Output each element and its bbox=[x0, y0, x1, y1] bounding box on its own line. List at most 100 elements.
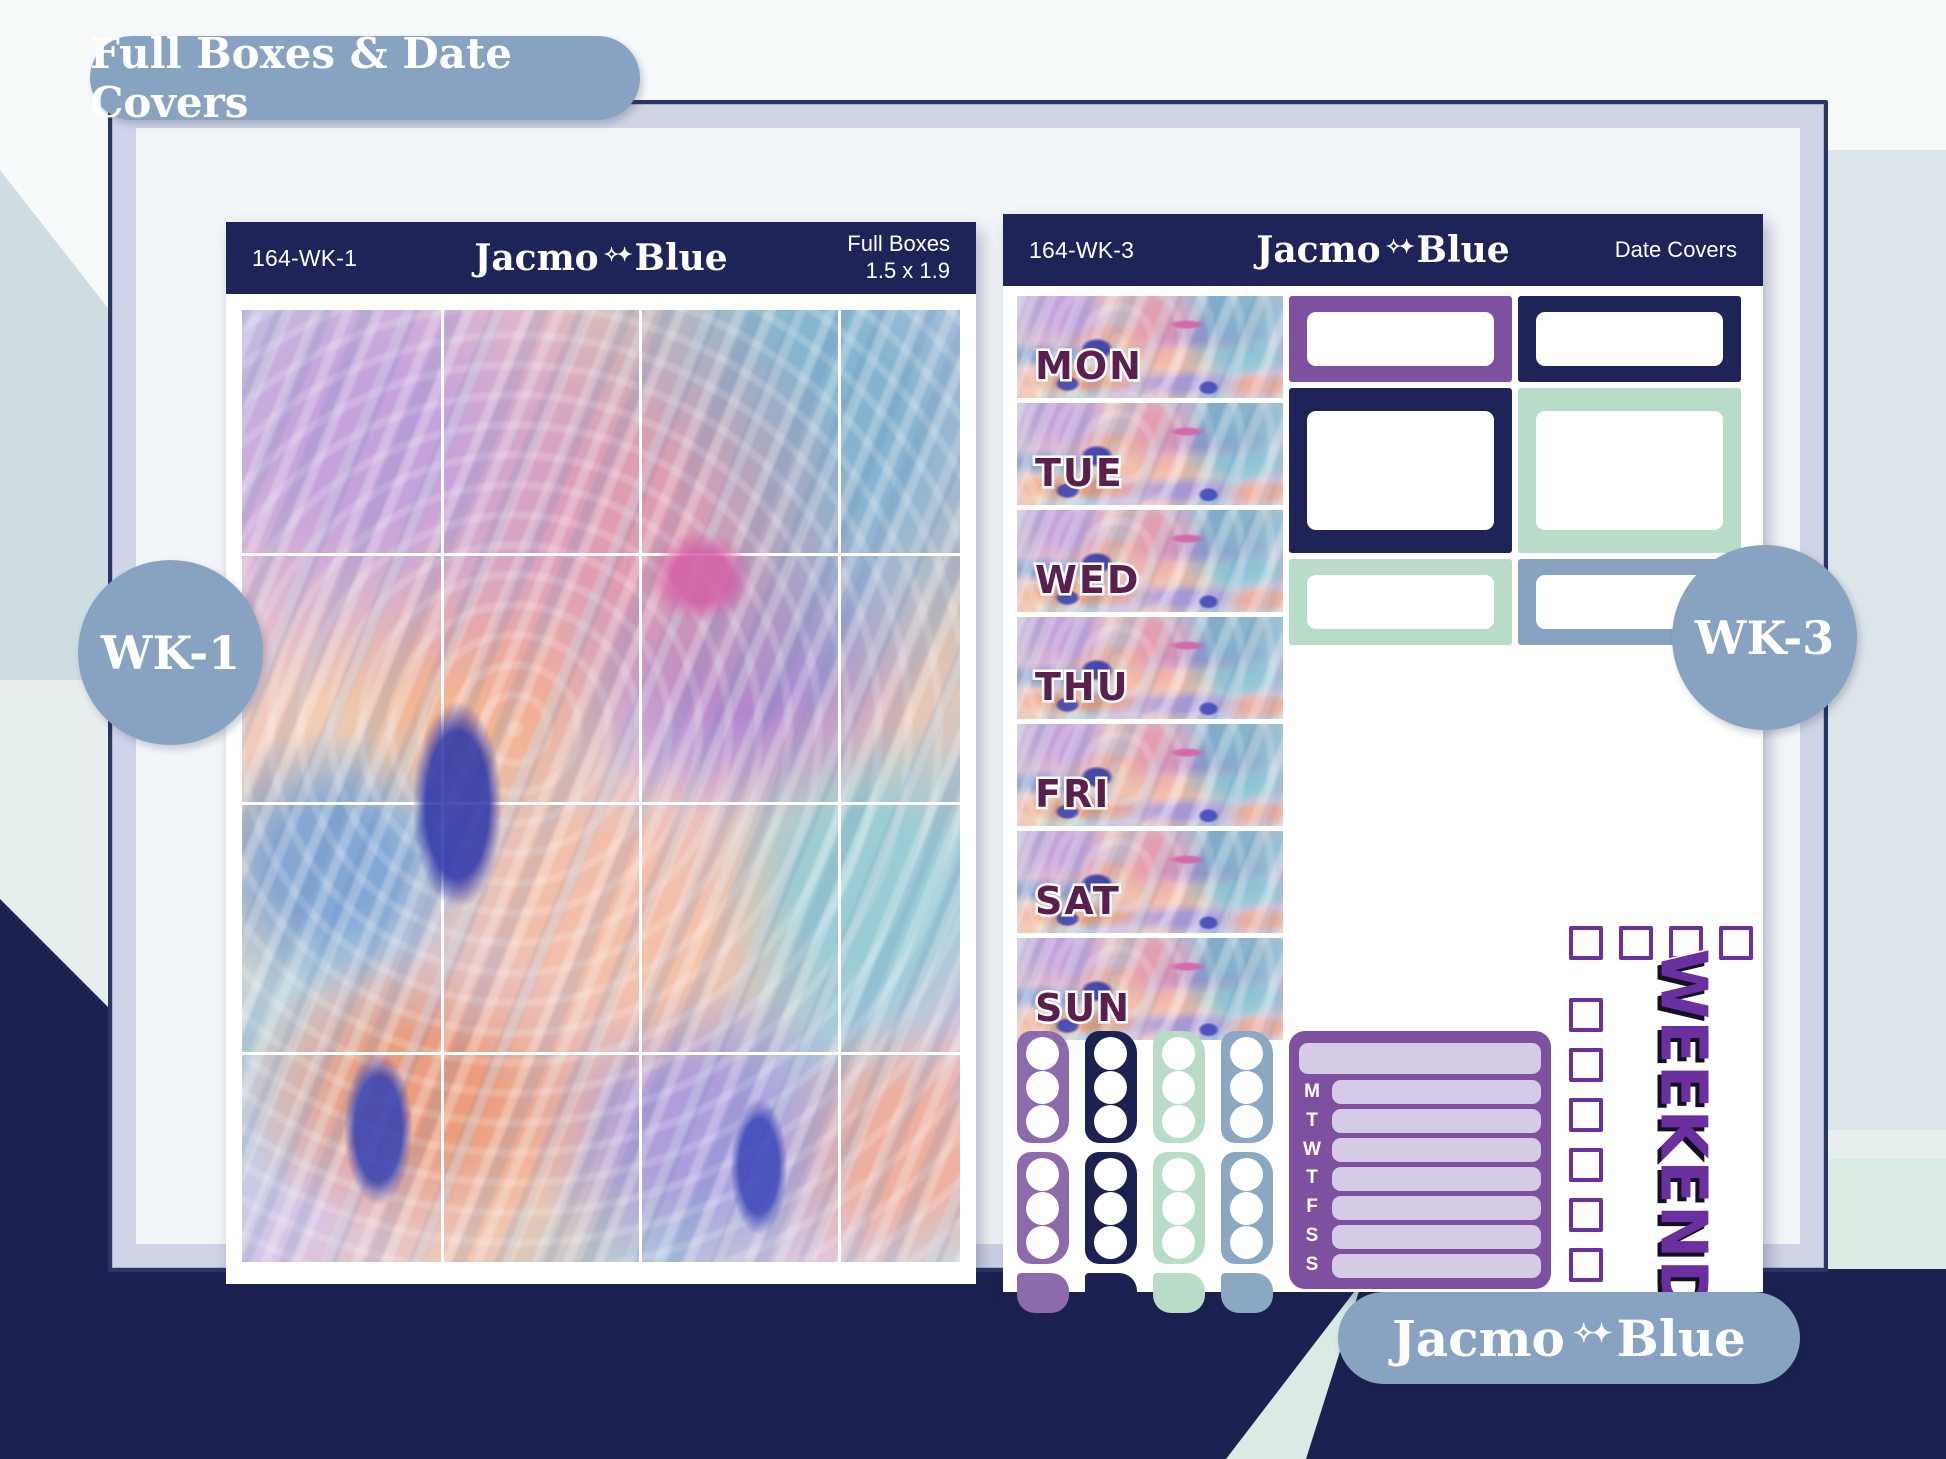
grid-line-vertical bbox=[838, 310, 841, 1262]
tab-sticker[interactable] bbox=[1017, 1273, 1069, 1313]
date-cover-row bbox=[1289, 822, 1741, 908]
brand-logo-wk1: Jacmo ✧✦ Blue bbox=[474, 237, 727, 279]
date-cover-writing-area bbox=[1306, 575, 1495, 629]
sticker-sheet-wk3[interactable]: 164-WK-3 Jacmo ✧✦ Blue Date Covers MON T… bbox=[1003, 214, 1763, 1315]
habit-tracker-body: M T W T F S S bbox=[1299, 1080, 1541, 1278]
flag-sticker[interactable] bbox=[1153, 1152, 1205, 1264]
date-cover-writing-area bbox=[1306, 838, 1495, 892]
day-sticker-label: SUN bbox=[1032, 984, 1132, 1033]
grid-line-vertical bbox=[441, 310, 444, 1262]
checkbox-sticker[interactable] bbox=[1569, 1248, 1603, 1282]
flag-hole bbox=[1230, 1192, 1263, 1225]
habit-tracker-bars bbox=[1332, 1080, 1541, 1278]
day-letter: M bbox=[1304, 1081, 1320, 1102]
sheet-header-wk3: 164-WK-3 Jacmo ✧✦ Blue Date Covers bbox=[1003, 214, 1763, 286]
flag-sticker[interactable] bbox=[1221, 1152, 1273, 1264]
sheet-code-wk3: 164-WK-3 bbox=[1029, 236, 1135, 263]
brand-badge: Jacmo ✧✦ Blue bbox=[1338, 1292, 1800, 1384]
flag-hole bbox=[1094, 1071, 1127, 1104]
date-cover-navy[interactable] bbox=[1289, 388, 1512, 553]
flag-hole bbox=[1094, 1192, 1127, 1225]
checkbox-sticker[interactable] bbox=[1569, 1148, 1603, 1182]
flag-sticker[interactable] bbox=[1085, 1031, 1137, 1143]
date-cover-purple[interactable] bbox=[1289, 296, 1512, 382]
date-cover-grid bbox=[1289, 296, 1741, 914]
weekend-label: WEEKEND bbox=[1645, 947, 1722, 1315]
brand-logo-wk3: Jacmo ✧✦ Blue bbox=[1256, 229, 1509, 271]
day-letter: T bbox=[1306, 1167, 1318, 1189]
checkbox-sticker[interactable] bbox=[1569, 1098, 1603, 1132]
day-sticker[interactable]: WED bbox=[1017, 510, 1283, 612]
day-sticker[interactable]: MON bbox=[1017, 296, 1283, 398]
flag-hole bbox=[1026, 1158, 1059, 1191]
checkbox-sticker[interactable] bbox=[1569, 1198, 1603, 1232]
checkbox-sticker[interactable] bbox=[1569, 926, 1603, 960]
date-cover-writing-area bbox=[1535, 312, 1724, 366]
flag-hole bbox=[1162, 1192, 1195, 1225]
flag-hole bbox=[1094, 1105, 1127, 1138]
flag-sticker[interactable] bbox=[1221, 1031, 1273, 1143]
habit-tracker-day-letters: M T W T F S S bbox=[1299, 1080, 1325, 1278]
day-sticker[interactable]: FRI bbox=[1017, 724, 1283, 826]
flag-hole bbox=[1094, 1037, 1127, 1070]
flag-sticker[interactable] bbox=[1153, 1031, 1205, 1143]
day-sticker[interactable]: SAT bbox=[1017, 831, 1283, 933]
tab-sticker[interactable] bbox=[1085, 1273, 1137, 1313]
week-badge-wk1-label: WK-1 bbox=[100, 625, 241, 680]
date-cover-navy[interactable] bbox=[1518, 296, 1741, 382]
habit-tracker-title-bar bbox=[1299, 1043, 1541, 1074]
tab-sticker[interactable] bbox=[1153, 1273, 1205, 1313]
habit-tracker-bar[interactable] bbox=[1332, 1109, 1541, 1133]
date-cover-row bbox=[1289, 651, 1741, 816]
day-label-sticker-column: MON TUE WED THU FRI SAT SUN bbox=[1017, 296, 1283, 1045]
sparkle-icon: ✧✦ bbox=[603, 244, 633, 266]
checkbox-sticker[interactable] bbox=[1569, 1048, 1603, 1082]
day-sticker-label: TUE bbox=[1033, 449, 1125, 498]
habit-tracker-bar[interactable] bbox=[1332, 1225, 1541, 1249]
flag-hole bbox=[1162, 1071, 1195, 1104]
checkbox-sticker[interactable] bbox=[1719, 926, 1753, 960]
brand-badge-part1: Jacmo bbox=[1392, 1308, 1565, 1368]
tab-sticker[interactable] bbox=[1221, 1273, 1273, 1313]
day-sticker[interactable]: THU bbox=[1017, 617, 1283, 719]
habit-tracker-bar[interactable] bbox=[1332, 1080, 1541, 1104]
flag-column-purple bbox=[1017, 1031, 1069, 1313]
grid-line-horizontal bbox=[242, 1052, 960, 1055]
flag-sticker[interactable] bbox=[1017, 1031, 1069, 1143]
date-cover-plain[interactable] bbox=[1289, 822, 1512, 908]
flag-column-navy bbox=[1085, 1031, 1137, 1313]
flag-column-slate bbox=[1221, 1031, 1273, 1313]
flag-hole bbox=[1230, 1071, 1263, 1104]
flag-hole bbox=[1026, 1192, 1059, 1225]
flag-hole bbox=[1162, 1105, 1195, 1138]
sparkle-icon: ✧✦ bbox=[1385, 236, 1415, 258]
habit-tracker-bar[interactable] bbox=[1332, 1167, 1541, 1191]
habit-tracker-bar[interactable] bbox=[1332, 1196, 1541, 1220]
checkbox-sticker[interactable] bbox=[1569, 998, 1603, 1032]
brand-logo-part2: Blue bbox=[634, 237, 728, 279]
flag-sticker[interactable] bbox=[1017, 1152, 1069, 1264]
sticker-sheet-wk1[interactable]: 164-WK-1 Jacmo ✧✦ Blue Full Boxes 1.5 x … bbox=[226, 222, 976, 1284]
date-cover-mint[interactable] bbox=[1289, 559, 1512, 645]
date-cover-plain[interactable] bbox=[1289, 651, 1512, 816]
brand-logo-part2: Blue bbox=[1416, 229, 1510, 271]
weekend-word-sticker[interactable]: WEEKEND bbox=[1623, 947, 1743, 1315]
flag-hole bbox=[1026, 1105, 1059, 1138]
flag-hole bbox=[1026, 1071, 1059, 1104]
date-cover-plain[interactable] bbox=[1518, 822, 1741, 908]
habit-tracker-bar[interactable] bbox=[1332, 1254, 1541, 1278]
day-sticker[interactable]: SUN bbox=[1017, 938, 1283, 1040]
sheet-type-wk3: Date Covers bbox=[1615, 237, 1737, 264]
date-cover-mint[interactable] bbox=[1518, 388, 1741, 553]
habit-tracker-bar[interactable] bbox=[1332, 1138, 1541, 1162]
day-letter: S bbox=[1305, 1225, 1319, 1247]
date-cover-writing-area bbox=[1535, 411, 1724, 530]
day-letter: T bbox=[1306, 1109, 1318, 1131]
flag-sticker[interactable] bbox=[1085, 1152, 1137, 1264]
week-badge-wk3-label: WK-3 bbox=[1694, 610, 1835, 665]
flag-hole bbox=[1162, 1037, 1195, 1070]
habit-tracker-sticker[interactable]: M T W T F S S bbox=[1289, 1031, 1551, 1289]
day-letter: F bbox=[1306, 1196, 1318, 1218]
day-sticker[interactable]: TUE bbox=[1017, 403, 1283, 505]
flag-hole bbox=[1094, 1158, 1127, 1191]
